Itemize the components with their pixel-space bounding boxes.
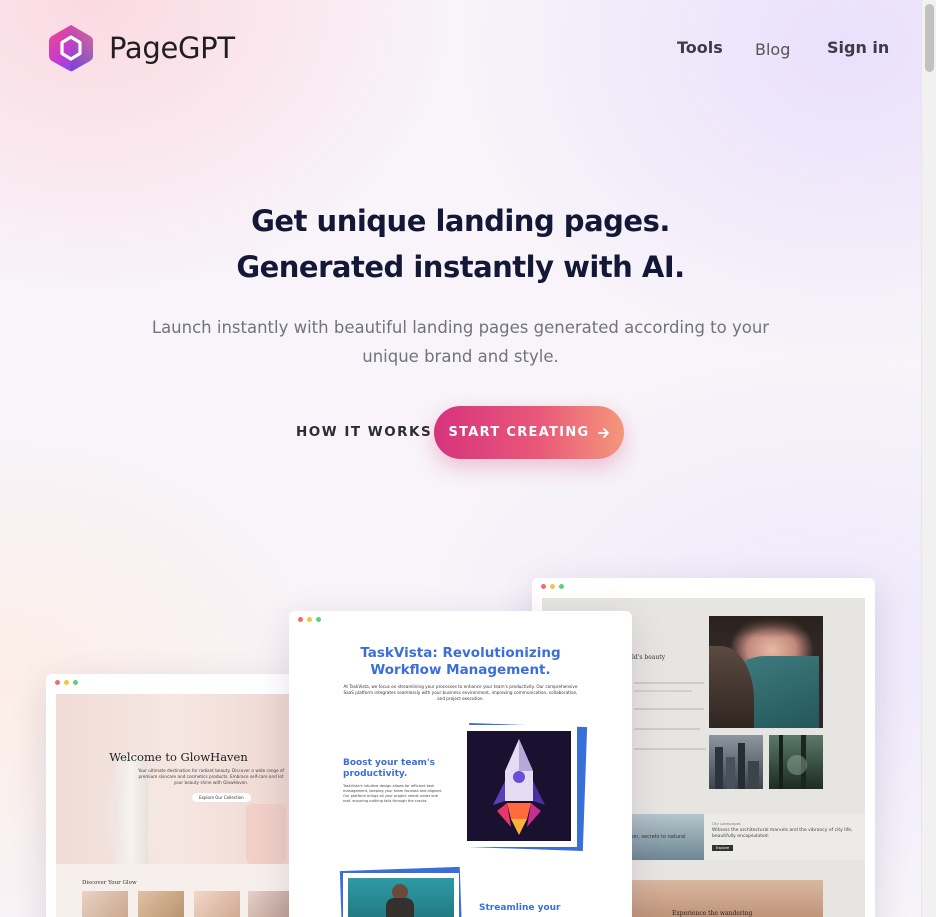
- taskvista-intro: At TaskVista, we focus on streamlining y…: [343, 684, 578, 701]
- arrow-right-icon: [597, 427, 609, 438]
- coastal-arch-photo: [709, 616, 823, 728]
- hero-headline-line-1: Get unique landing pages.: [251, 204, 670, 238]
- taskvista-title-line-2: Workflow Management.: [370, 662, 551, 678]
- preview-card-glowhaven[interactable]: Welcome to GlowHaven Your ultimate desti…: [46, 674, 311, 917]
- taskvista-feature-text: TaskVista's intuitive design allows for …: [343, 784, 442, 803]
- nav-blog-link[interactable]: Blog: [755, 40, 790, 59]
- city-explore-button[interactable]: Explore: [712, 845, 734, 851]
- rocket-illustration: [461, 725, 577, 847]
- glowhaven-text: Your ultimate destination for radiant be…: [137, 768, 285, 785]
- hexagon-logo-icon[interactable]: [47, 23, 95, 73]
- start-creating-button[interactable]: START CREATING: [434, 406, 624, 459]
- brand-name[interactable]: PageGPT: [109, 31, 235, 65]
- second-feature-image: [343, 873, 459, 917]
- hero-headline-line-2: Generated instantly with AI.: [236, 250, 685, 284]
- glowhaven-explore-button[interactable]: Explore Our Collection: [192, 793, 251, 802]
- start-creating-label: START CREATING: [448, 425, 590, 440]
- taskvista-title-line-1: TaskVista: Revolutionizing: [360, 645, 561, 661]
- page-scrollbar[interactable]: [921, 0, 936, 917]
- travel-bottom-text: Experience the wandering: [672, 910, 753, 917]
- hero-subtitle: Launch instantly with beautiful landing …: [151, 318, 770, 366]
- taskvista-feature2-title: Streamline your: [479, 903, 561, 913]
- travel-left-caption: on, secrets to natural: [632, 834, 686, 840]
- product-thumb-3: [194, 891, 240, 917]
- forest-photo: [769, 735, 823, 789]
- glowhaven-hero: Welcome to GlowHaven Your ultimate desti…: [56, 694, 301, 864]
- travel-tagline: ld's beauty: [632, 654, 666, 661]
- taskvista-feature-title: Boost your team's productivity.: [343, 758, 436, 779]
- window-dots: [298, 617, 321, 622]
- landing-page: PageGPT Tools Blog Sign in Get unique la…: [0, 0, 921, 917]
- product-thumb-1: [82, 891, 128, 917]
- preview-card-taskvista[interactable]: TaskVista: Revolutionizing Workflow Mana…: [289, 611, 632, 917]
- nav-signin-link[interactable]: Sign in: [827, 38, 889, 57]
- glowhaven-section-title: Discover Your Glow: [82, 880, 137, 886]
- how-it-works-button[interactable]: HOW IT WORKS: [296, 424, 432, 440]
- city-skyline-photo: [709, 735, 763, 789]
- city-caption-small: City Landscapes: [712, 822, 741, 826]
- city-caption-text: Witness the architectural marvels and th…: [712, 828, 853, 839]
- window-dots: [541, 584, 564, 589]
- window-dots: [55, 680, 78, 685]
- product-thumb-4: [248, 891, 294, 917]
- scrollbar-thumb[interactable]: [925, 4, 934, 72]
- product-thumb-2: [138, 891, 184, 917]
- glowhaven-title: Welcome to GlowHaven: [109, 750, 248, 764]
- nav-tools-link[interactable]: Tools: [677, 38, 723, 57]
